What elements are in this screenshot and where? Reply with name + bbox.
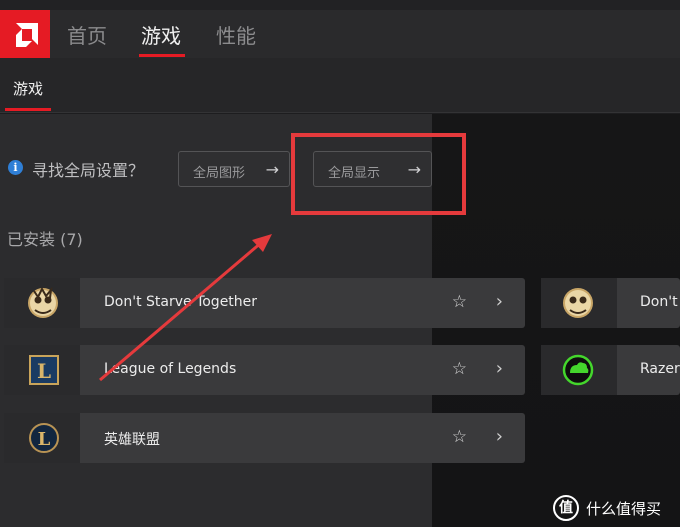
annotation-arrow (99, 234, 272, 382)
watermark-logo: 值 (553, 495, 579, 521)
watermark-text: 什么值得买 (586, 500, 662, 518)
